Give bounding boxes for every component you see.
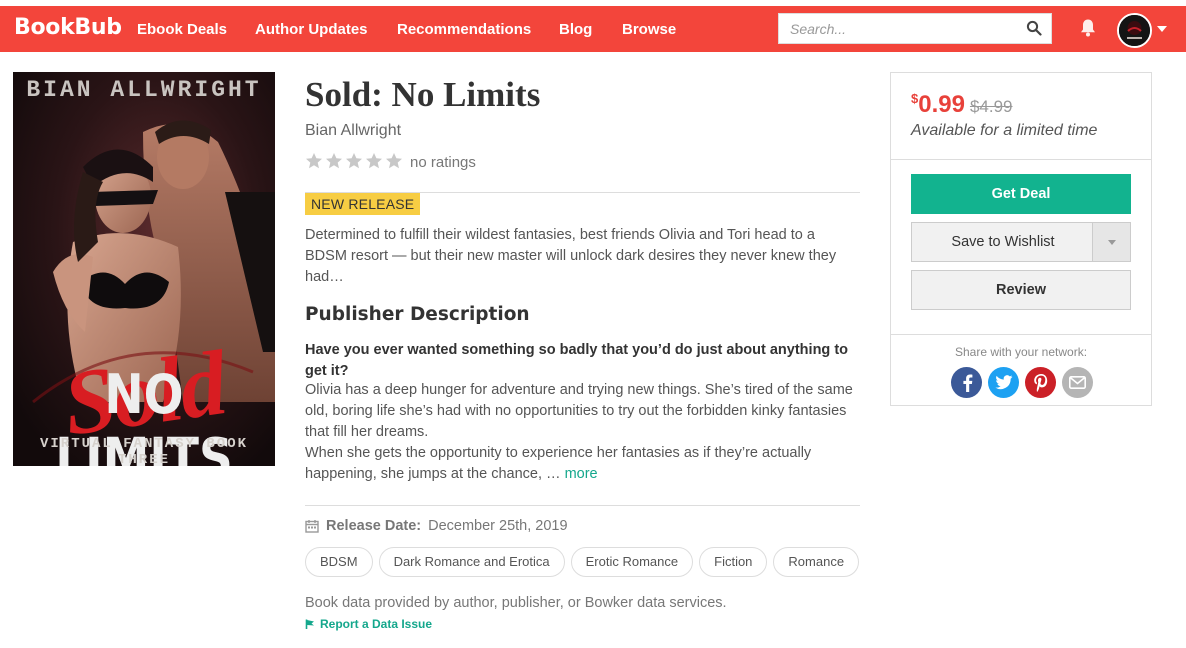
twitter-icon[interactable] xyxy=(988,367,1019,398)
description-paragraph: When she gets the opportunity to experie… xyxy=(305,443,860,485)
price-original: $4.99 xyxy=(969,97,1013,116)
share-label: Share with your network: xyxy=(954,345,1088,359)
search-input[interactable] xyxy=(779,14,1019,43)
genre-tag[interactable]: Dark Romance and Erotica xyxy=(378,547,565,577)
pinterest-icon[interactable] xyxy=(1025,367,1056,398)
report-data-issue-label: Report a Data Issue xyxy=(320,617,433,631)
new-release-badge: NEW RELEASE xyxy=(305,193,421,215)
star-icon xyxy=(306,153,322,169)
rating-count: no ratings xyxy=(410,154,476,171)
cover-series: VIRTUAL FANTASY BOOK THREE xyxy=(39,436,249,466)
genre-tag[interactable]: Erotic Romance xyxy=(570,547,694,577)
genre-tag[interactable]: Romance xyxy=(773,547,860,577)
bookbub-logo[interactable]: BookBub xyxy=(14,15,122,40)
price-current: 0.99 xyxy=(918,91,965,118)
divider xyxy=(305,505,860,506)
report-data-issue-link[interactable]: Report a Data Issue xyxy=(305,617,432,631)
star-icon xyxy=(386,153,402,169)
nav-link-ebook-deals[interactable]: Ebook Deals xyxy=(137,21,227,38)
get-deal-button[interactable]: Get Deal xyxy=(911,174,1131,214)
save-to-wishlist-label: Save to Wishlist xyxy=(951,234,1055,250)
nav-link-browse[interactable]: Browse xyxy=(622,21,676,38)
release-date-value: December 25th, 2019 xyxy=(428,518,568,534)
data-source-note: Book data provided by author, publisher,… xyxy=(305,595,727,611)
book-cover[interactable]: BIAN ALLWRIGHT Sold NO LIMITS VIRTUAL FA… xyxy=(13,72,275,466)
nav-link-recommendations[interactable]: Recommendations xyxy=(397,21,531,38)
avatar-image xyxy=(1119,15,1150,46)
top-navigation-bar: BookBub Ebook Deals Author Updates Recom… xyxy=(0,6,1186,52)
cover-author: BIAN ALLWRIGHT xyxy=(26,77,262,103)
release-date-label: Release Date: xyxy=(326,518,422,534)
star-icon xyxy=(366,153,382,169)
facebook-icon[interactable] xyxy=(951,367,982,398)
genre-tag[interactable]: BDSM xyxy=(305,547,373,577)
description-lead: Have you ever wanted something so badly … xyxy=(305,342,848,379)
availability-note: Available for a limited time xyxy=(911,122,1098,139)
notification-bell-icon[interactable] xyxy=(1079,18,1097,38)
description-paragraph: Olivia has a deep hunger for adventure a… xyxy=(305,382,853,440)
share-buttons xyxy=(951,367,1093,398)
review-button[interactable]: Review xyxy=(911,270,1131,310)
nav-link-author-updates[interactable]: Author Updates xyxy=(255,21,368,38)
book-title: Sold: No Limits xyxy=(305,75,541,114)
save-to-wishlist-button[interactable]: Save to Wishlist xyxy=(911,222,1131,262)
flag-icon xyxy=(305,619,314,629)
description-body: Olivia has a deep hunger for adventure a… xyxy=(305,380,860,485)
price: $0.99 $4.99 xyxy=(911,91,1013,119)
star-icon xyxy=(326,153,342,169)
divider xyxy=(891,334,1151,335)
account-menu-chevron-down-icon[interactable] xyxy=(1157,26,1167,32)
rating-stars[interactable] xyxy=(305,152,403,172)
publisher-description-heading: Publisher Description xyxy=(305,304,530,325)
genre-tags: BDSM Dark Romance and Erotica Erotic Rom… xyxy=(305,547,860,577)
email-icon[interactable] xyxy=(1062,367,1093,398)
wishlist-dropdown-chevron-down-icon[interactable] xyxy=(1092,223,1130,261)
book-blurb: Determined to fulfill their wildest fant… xyxy=(305,227,837,285)
search-icon[interactable] xyxy=(1026,20,1042,36)
user-avatar[interactable] xyxy=(1117,13,1152,48)
star-icon xyxy=(346,153,362,169)
more-link[interactable]: more xyxy=(565,466,598,482)
deal-card: $0.99 $4.99 Available for a limited time … xyxy=(890,72,1152,406)
book-author[interactable]: Bian Allwright xyxy=(305,122,401,140)
calendar-icon xyxy=(305,520,319,533)
genre-tag[interactable]: Fiction xyxy=(699,547,768,577)
nav-link-blog[interactable]: Blog xyxy=(559,21,592,38)
description-text: When she gets the opportunity to experie… xyxy=(305,445,812,482)
search-box xyxy=(778,13,1052,44)
release-date: Release Date: December 25th, 2019 xyxy=(305,518,568,534)
divider xyxy=(891,159,1151,160)
